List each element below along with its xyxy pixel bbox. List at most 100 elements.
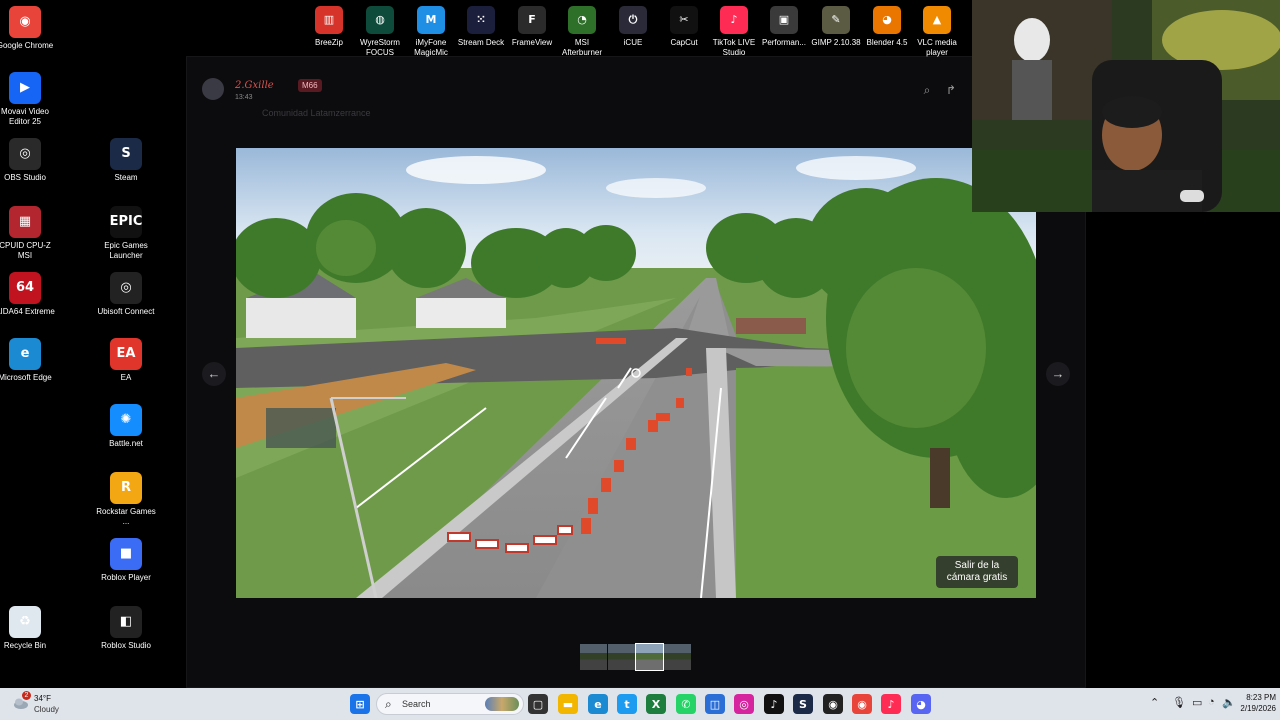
desktop-shortcut[interactable]: ✺ Battle.net xyxy=(94,404,158,449)
excel-icon[interactable]: X xyxy=(646,694,666,714)
shortcut-label: MSI Afterburner xyxy=(561,38,603,57)
desktop-shortcut[interactable]: ◔ MSI Afterburner xyxy=(556,6,608,58)
desktop-shortcut[interactable]: ♻ Recycle Bin xyxy=(0,606,57,651)
shortcut-label: iCUE xyxy=(623,38,643,47)
desktop-shortcut[interactable]: ◉ Google Chrome xyxy=(0,6,57,51)
desktop-shortcut[interactable]: ◧ Roblox Studio xyxy=(94,606,158,651)
shortcut-label: Battle.net xyxy=(109,439,143,448)
desktop-shortcut[interactable]: EA EA xyxy=(94,338,158,383)
desktop-shortcut[interactable]: ✎ GIMP 2.10.38 xyxy=(810,6,862,48)
shortcut-label: Microsoft Edge xyxy=(0,373,52,382)
aida64-icon: 64 xyxy=(9,272,41,304)
next-image-button[interactable]: → xyxy=(1046,362,1070,386)
github-icon[interactable]: ◉ xyxy=(823,694,843,714)
shortcut-label: Rockstar Games ... xyxy=(96,507,156,526)
previous-image-button[interactable]: ← xyxy=(202,362,226,386)
twitter-icon[interactable]: t xyxy=(617,694,637,714)
share-icon[interactable]: ↱ xyxy=(940,80,962,100)
desktop-shortcut[interactable]: ◎ Ubisoft Connect xyxy=(94,272,158,317)
exit-camera-line1: Salir de la xyxy=(954,560,1000,571)
chevron-up-icon[interactable]: ⌃ xyxy=(1150,696,1159,709)
desktop-shortcut[interactable]: ▥ BreeZip xyxy=(303,6,355,48)
desktop-shortcut[interactable]: S Steam xyxy=(94,138,158,183)
shortcut-label: TikTok LIVE Studio xyxy=(712,38,756,57)
thumbnail[interactable] xyxy=(664,644,691,670)
webcam-overlay xyxy=(972,0,1280,212)
task-view-icon[interactable]: ▢ xyxy=(528,694,548,714)
start-icon[interactable]: ⊞ xyxy=(350,694,370,714)
breezip-icon: ▥ xyxy=(315,6,343,34)
zoom-icon[interactable]: ⌕ xyxy=(916,80,938,100)
instagram-icon[interactable]: ◎ xyxy=(734,694,754,714)
weather-notification-badge: 2 xyxy=(22,691,31,700)
desktop-shortcut[interactable]: ■ Roblox Player xyxy=(94,538,158,583)
thumbnail-active[interactable] xyxy=(635,643,664,671)
taskbar-search-box[interactable]: ⌕ Search xyxy=(376,693,524,715)
roblox-player-icon: ■ xyxy=(110,538,142,570)
chrome-icon[interactable]: ◉ xyxy=(852,694,872,714)
discord-icon[interactable]: ◕ xyxy=(911,694,931,714)
desktop-shortcut[interactable]: EPIC Epic Games Launcher xyxy=(94,206,158,261)
afterburner-icon: ◔ xyxy=(568,6,596,34)
ubisoft-icon: ◎ xyxy=(110,272,142,304)
avatar[interactable] xyxy=(202,78,224,100)
file-explorer-icon[interactable]: ▬ xyxy=(558,694,578,714)
network-icon[interactable]: ◔ xyxy=(1208,696,1215,708)
desktop-shortcut[interactable]: e Microsoft Edge xyxy=(0,338,57,383)
magicmic-icon: M xyxy=(417,6,445,34)
shortcut-label: FrameView xyxy=(511,38,553,47)
desktop-shortcut[interactable]: ▲ VLC media player xyxy=(911,6,963,58)
battlenet-icon: ✺ xyxy=(110,404,142,436)
desktop-shortcut[interactable]: ♪ TikTok LIVE Studio xyxy=(708,6,760,58)
shortcut-label: Blender 4.5 xyxy=(866,38,908,47)
desktop-shortcut[interactable]: ◕ Blender 4.5 xyxy=(861,6,913,48)
capcut-icon: ✂ xyxy=(670,6,698,34)
thumbnail[interactable] xyxy=(580,644,607,670)
desktop-shortcut[interactable]: ▦ CPUID CPU-Z MSI xyxy=(0,206,57,261)
taskbar-clock[interactable]: 8:23 PM 2/19/2026 xyxy=(1224,692,1276,714)
whatsapp-icon[interactable]: ✆ xyxy=(676,694,696,714)
wyrestorm-icon: ◍ xyxy=(366,6,394,34)
desktop-shortcut[interactable]: ⏻ iCUE xyxy=(607,6,659,48)
weather-widget[interactable]: 2 34°F Cloudy xyxy=(10,691,80,716)
desktop-shortcut[interactable]: R Rockstar Games ... xyxy=(94,472,158,527)
tiktok-live-icon: ♪ xyxy=(720,6,748,34)
shortcut-label: Recycle Bin xyxy=(3,641,47,650)
exit-free-camera-label: Salir de la cámara gratis xyxy=(936,556,1018,588)
desktop-shortcut[interactable]: ▣ Performan... xyxy=(758,6,810,48)
desktop-shortcut[interactable]: ◎ OBS Studio xyxy=(0,138,57,183)
shortcut-label: Roblox Player xyxy=(101,573,151,582)
desktop-shortcut[interactable]: ✂ CapCut xyxy=(658,6,710,48)
desktop-shortcut[interactable]: 64 AIDA64 Extreme xyxy=(0,272,57,317)
movavi-icon: ▶ xyxy=(9,72,41,104)
clock-date: 2/19/2026 xyxy=(1240,704,1276,713)
shortcut-label: iMyFone MagicMic xyxy=(414,38,448,57)
game-screenshot-image[interactable] xyxy=(236,148,1036,598)
tiktok-live-icon[interactable]: ♪ xyxy=(881,694,901,714)
edge-icon[interactable]: e xyxy=(588,694,608,714)
blender-icon: ◕ xyxy=(873,6,901,34)
desktop-shortcut[interactable]: ▶ Movavi Video Editor 25 xyxy=(0,72,57,127)
username[interactable]: 2.Gxille xyxy=(235,80,274,91)
obs-icon: ◎ xyxy=(9,138,41,170)
tiktok-icon[interactable]: ♪ xyxy=(764,694,784,714)
performance-icon: ▣ xyxy=(770,6,798,34)
shortcut-label: CPUID CPU-Z MSI xyxy=(0,241,51,260)
epic-games-icon: EPIC xyxy=(110,206,142,238)
steam-icon[interactable]: S xyxy=(793,694,813,714)
desktop-shortcut[interactable]: ◍ WyreStorm FOCUS xyxy=(354,6,406,58)
vlc-icon: ▲ xyxy=(923,6,951,34)
shortcut-label: Google Chrome xyxy=(0,41,54,50)
rockstar-icon: R xyxy=(110,472,142,504)
shortcut-label: OBS Studio xyxy=(4,173,46,182)
channel-name-ghost: Comunidad Latamzerrance xyxy=(262,108,371,118)
desktop-shortcut[interactable]: ⁙ Stream Deck xyxy=(455,6,507,48)
taskbar: 2 34°F Cloudy ⌕ Search ⌃ 🎙 ▭ ◔ 🔈 8:23 PM… xyxy=(0,688,1280,720)
roblox-studio-icon: ◧ xyxy=(110,606,142,638)
microphone-icon[interactable]: 🎙 xyxy=(1172,696,1186,709)
desktop-shortcut[interactable]: MiMyFone MagicMic xyxy=(405,6,457,58)
display-icon[interactable]: ▭ xyxy=(1192,696,1202,709)
thumbnail[interactable] xyxy=(608,644,635,670)
desktop-shortcut[interactable]: F FrameView xyxy=(506,6,558,48)
store-icon[interactable]: ◫ xyxy=(705,694,725,714)
